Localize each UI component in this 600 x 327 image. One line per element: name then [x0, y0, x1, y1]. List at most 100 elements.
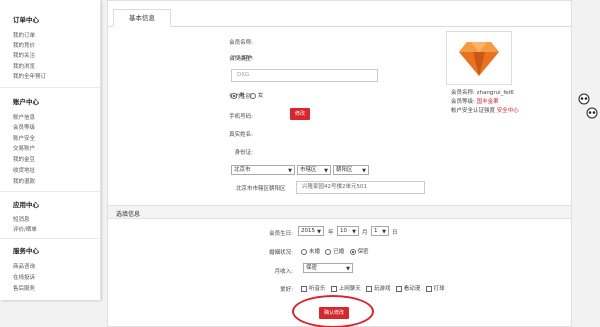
year-unit: 年: [328, 230, 334, 236]
birth-day-value: 1: [374, 228, 378, 234]
idcard-label: 身份证:: [234, 150, 253, 156]
birth-year-select[interactable]: 2015 ▼: [298, 226, 324, 236]
hobby-chat-label: 上网聊天: [338, 286, 361, 292]
tab-basic-info[interactable]: 基本信息: [113, 9, 171, 27]
sidebar-title-orders: 订单中心: [13, 16, 39, 24]
income-label: 月收入:: [274, 269, 293, 275]
sidebar-item-annual-booking[interactable]: 我的全年预订: [13, 72, 46, 80]
sidebar-title-apps: 应用中心: [13, 201, 39, 209]
sidebar-divider: [0, 87, 100, 88]
marital-married-radio[interactable]: [325, 248, 332, 255]
birth-month-select[interactable]: 10 ▼: [337, 226, 359, 236]
tab-bar: 基本信息: [108, 9, 571, 27]
sidebar-item-trade-account[interactable]: 交易账户: [13, 144, 35, 152]
gender-male-label: 男: [239, 93, 245, 99]
birth-day-select[interactable]: 1 ▼: [371, 226, 389, 236]
marital-secret-label: 保密: [357, 249, 369, 255]
district-value: 朝阳区: [336, 167, 353, 173]
birth-month-value: 10: [340, 228, 347, 234]
sidebar-item-member-level[interactable]: 会员等级: [13, 123, 35, 131]
sidebar: 订单中心 我的订单 我的竞价 我的关注 我的浏览 我的全年预订 账户中心 账户信…: [0, 0, 101, 300]
security-center-link[interactable]: 安全中心: [497, 108, 519, 114]
sidebar-item-account-security[interactable]: 账户安全: [13, 134, 35, 142]
birth-year-value: 2015: [301, 228, 315, 234]
chevron-down-icon: ▼: [362, 168, 366, 174]
chevron-down-icon: ▼: [382, 229, 386, 235]
sidebar-item-shipping-address[interactable]: 收货地址: [13, 166, 35, 174]
gender-male-radio[interactable]: [231, 92, 237, 99]
chevron-down-icon: ▼: [352, 229, 356, 235]
city-select[interactable]: 市辖区 ▼: [297, 165, 331, 175]
realname-label: 真实姓名:: [229, 132, 253, 138]
sidebar-item-my-bids[interactable]: 我的竞价: [13, 41, 35, 49]
sidebar-item-messages[interactable]: 短消息: [13, 215, 30, 223]
sidebar-title-service: 服务中心: [13, 247, 39, 255]
chevron-down-icon: ▼: [317, 229, 321, 235]
day-unit: 日: [392, 230, 398, 236]
main-panel: 基本信息 会员名称: 会员类型: 个人用户 昵称: DXG 你的性别: 男 女 …: [107, 0, 572, 327]
profile-name-label: 会员名称:: [451, 90, 475, 96]
hobby-games-checkbox[interactable]: [366, 285, 373, 292]
marital-single-label: 未婚: [309, 249, 321, 255]
sidebar-item-after-sales[interactable]: 售后服务: [13, 284, 35, 292]
chevron-down-icon: ▼: [346, 266, 350, 272]
gender-female-label: 女: [257, 93, 264, 99]
sidebar-divider: [0, 191, 100, 192]
hobby-ball-checkbox[interactable]: [425, 285, 432, 292]
profile-level-value[interactable]: 国丰金果: [477, 99, 499, 105]
sidebar-item-gold-beans[interactable]: 我的金豆: [13, 155, 35, 163]
diamond-logo-icon: [459, 42, 499, 76]
hobby-ball-label: 打球: [433, 286, 445, 292]
address-input[interactable]: 兴隆家园42号楼2单元501: [296, 181, 425, 194]
marital-options: 未婚 已婚 保密: [301, 247, 369, 255]
profile-level-label: 会员等级:: [451, 99, 475, 105]
hobby-music-checkbox[interactable]: [301, 285, 307, 292]
gender-female-radio[interactable]: [249, 92, 256, 99]
hobby-chat-checkbox[interactable]: [330, 285, 337, 292]
sidebar-item-my-browsing[interactable]: 我的浏览: [13, 62, 35, 70]
member-type-value: 个人用户: [231, 56, 254, 62]
sidebar-item-account-info[interactable]: 账户信息: [13, 113, 35, 121]
city-value: 市辖区: [300, 167, 317, 173]
sidebar-item-reviews[interactable]: 评价/晒单: [13, 225, 37, 233]
marital-secret-radio[interactable]: [349, 248, 356, 255]
hobby-options: 听音乐 上网聊天 玩游戏 看动漫 打球: [301, 284, 445, 292]
sidebar-item-complaint[interactable]: 在线投诉: [13, 273, 35, 281]
hobby-anime-checkbox[interactable]: [395, 285, 402, 292]
panda-icon[interactable]: [578, 93, 590, 105]
birthday-label: 会员生日:: [269, 231, 293, 237]
sidebar-item-product-inquiry[interactable]: 商品咨询: [13, 262, 35, 270]
optional-section-header: 选填信息: [108, 205, 571, 219]
hobby-music-label: 听音乐: [309, 286, 326, 292]
phone-label: 手机号码:: [229, 114, 253, 120]
profile-level-row: 会员等级: 国丰金果: [451, 97, 499, 105]
province-value: 北京市: [234, 167, 251, 173]
marital-single-radio[interactable]: [301, 248, 307, 255]
sidebar-item-refunds[interactable]: 我的退款: [13, 177, 35, 185]
profile-security-label: 帐户安全认证强度: [451, 108, 496, 114]
sidebar-item-my-orders[interactable]: 我的订单: [13, 31, 35, 39]
district-select[interactable]: 朝阳区 ▼: [333, 165, 369, 175]
hobby-label: 爱好:: [280, 287, 293, 293]
member-name-label: 会员名称:: [229, 40, 253, 46]
profile-name-row: 会员名称: zhangrui_fei6: [451, 88, 514, 96]
sidebar-divider: [0, 238, 100, 239]
income-value: 保密: [306, 265, 318, 271]
confirm-button[interactable]: 确认修改: [319, 307, 349, 319]
panda-icon[interactable]: [586, 107, 598, 119]
hobby-games-label: 玩游戏: [374, 286, 391, 292]
profile-security-row: 帐户安全认证强度 安全中心: [451, 106, 519, 114]
hobby-anime-label: 看动漫: [403, 286, 421, 292]
edit-phone-button[interactable]: 修改: [290, 108, 310, 120]
marital-married-label: 已婚: [333, 249, 345, 255]
gender-options: 男 女: [231, 91, 263, 99]
nickname-input[interactable]: DXG: [231, 69, 378, 82]
address-prefix: 北京市市辖区朝阳区: [236, 186, 286, 192]
profile-name-value: zhangrui_fei6: [476, 90, 514, 96]
income-select[interactable]: 保密 ▼: [303, 263, 353, 273]
avatar: [446, 31, 512, 85]
sidebar-item-my-follows[interactable]: 我的关注: [13, 51, 35, 59]
month-unit: 月: [362, 230, 368, 236]
marital-label: 婚姻状况:: [269, 250, 293, 256]
province-select[interactable]: 北京市 ▼: [231, 165, 295, 175]
